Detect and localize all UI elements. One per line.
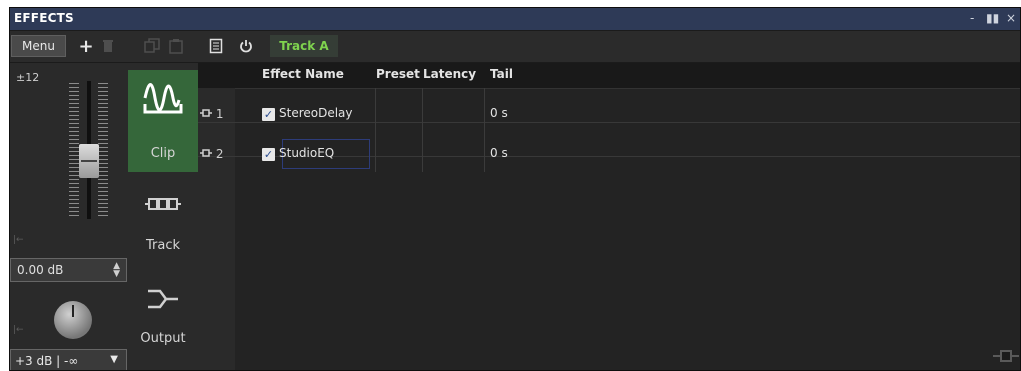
title-bar: EFFECTS - ▮▮ × — [10, 8, 1020, 30]
power-icon[interactable] — [236, 35, 256, 57]
slot-plug-icon — [200, 109, 212, 117]
col-effect-name[interactable]: Effect Name — [262, 67, 344, 81]
slot-header — [198, 63, 235, 88]
effect-tail: 0 s — [490, 106, 508, 120]
layout-button[interactable]: ▮▮ — [986, 11, 999, 25]
window-title: EFFECTS — [14, 11, 74, 25]
reset-mark-icon: |← — [13, 235, 24, 245]
paste-icon[interactable] — [166, 35, 186, 57]
column-divider — [375, 88, 376, 172]
tab-clip-label: Clip — [150, 146, 176, 161]
minimize-button[interactable]: - — [970, 11, 974, 25]
spinner-icon[interactable]: ▲ ▼ — [113, 262, 120, 279]
fader-scale-left — [69, 83, 79, 217]
effects-table-header: Effect Name Preset Latency Tail — [235, 63, 1020, 89]
slot-number: 2 — [200, 147, 223, 161]
add-icon[interactable]: + — [76, 35, 96, 57]
tab-track-a[interactable]: Track A — [270, 35, 338, 57]
output-knob[interactable] — [54, 301, 92, 339]
menu-button[interactable]: Menu — [11, 35, 66, 57]
effect-scope-tabs: Clip Track Output — [128, 63, 198, 370]
list-icon[interactable] — [206, 35, 226, 57]
fader-scale-right — [98, 83, 108, 217]
dropdown-arrow-icon: ▼ — [110, 354, 118, 365]
tab-clip[interactable]: Clip — [128, 70, 198, 172]
column-divider — [422, 88, 423, 172]
reset-mark-icon-2: |← — [13, 325, 24, 335]
effects-window: EFFECTS - ▮▮ × Menu + Track A ±12 |← 0.0… — [9, 7, 1021, 371]
col-latency[interactable]: Latency — [423, 67, 476, 81]
gain-value: 0.00 dB — [17, 263, 64, 277]
gain-panel: ±12 |← 0.00 dB ▲ ▼ |← +3 dB | -∞ ▼ — [10, 63, 128, 370]
col-preset[interactable]: Preset — [376, 67, 420, 81]
knob-indicator — [72, 305, 74, 317]
plugin-slot-icon[interactable] — [993, 348, 1019, 367]
col-tail[interactable]: Tail — [490, 67, 513, 81]
range-label: ±12 — [16, 71, 40, 84]
meter-range-value: +3 dB | -∞ — [15, 354, 79, 368]
effect-name[interactable]: StereoDelay — [279, 106, 353, 120]
output-route-icon — [148, 289, 178, 309]
effects-toolbar: Menu + Track A — [10, 31, 1020, 62]
effect-enabled-checkbox[interactable]: ✓ — [262, 108, 275, 121]
effect-tail: 0 s — [490, 146, 508, 160]
slot-number-1: 1 — [215, 107, 224, 121]
slot-number-2: 2 — [215, 147, 224, 161]
delete-icon[interactable] — [98, 35, 118, 57]
slot-number: 1 — [200, 107, 223, 121]
tab-track[interactable]: Track — [128, 193, 198, 268]
effect-name[interactable]: StudioEQ — [279, 146, 334, 160]
effect-enabled-checkbox[interactable]: ✓ — [262, 148, 275, 161]
slot-plug-icon — [200, 149, 212, 157]
gain-fader-handle[interactable] — [79, 144, 99, 178]
copy-icon[interactable] — [142, 35, 162, 57]
gain-value-field[interactable]: 0.00 dB ▲ ▼ — [10, 258, 127, 282]
clip-waveform-icon — [143, 83, 183, 114]
track-chain-icon — [145, 198, 181, 210]
tab-output[interactable]: Output — [128, 281, 198, 370]
column-divider — [484, 88, 485, 172]
tab-output-label: Output — [140, 331, 186, 346]
close-button[interactable]: × — [1006, 11, 1016, 25]
meter-range-select[interactable]: +3 dB | -∞ ▼ — [10, 349, 127, 370]
tab-track-label: Track — [145, 238, 181, 253]
